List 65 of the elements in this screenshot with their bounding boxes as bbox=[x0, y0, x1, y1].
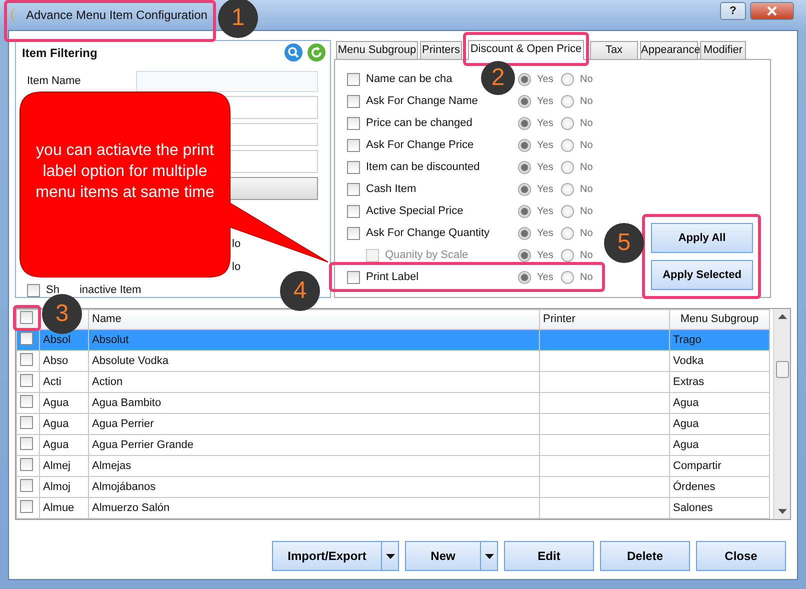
table-cell: Action bbox=[88, 372, 540, 392]
table-cell: Almejas bbox=[88, 456, 540, 476]
radio-label: Yes bbox=[536, 116, 554, 130]
radio-label: Yes bbox=[536, 270, 554, 284]
radio-label: No bbox=[579, 270, 594, 284]
radio-label: No bbox=[579, 182, 594, 196]
radio-label: No bbox=[579, 138, 594, 152]
table-cell: Absolut bbox=[88, 330, 540, 350]
table-cell: Agua bbox=[670, 414, 770, 434]
table-cell: Almoj bbox=[40, 476, 88, 498]
table-cell: Agua Bambito bbox=[88, 392, 540, 414]
radio-label: Yes bbox=[536, 182, 554, 196]
table-cell: Acti bbox=[40, 372, 88, 392]
table-cell: Compartir bbox=[670, 456, 770, 476]
table-cell: Agua Perrier Grande bbox=[88, 434, 540, 456]
label-text: lo bbox=[232, 261, 241, 274]
panel-title: Item Filtering bbox=[22, 44, 98, 62]
radio-label: Yes bbox=[536, 204, 554, 218]
radio-label: Yes bbox=[536, 226, 554, 240]
radio-label: Yes bbox=[536, 248, 554, 262]
table-cell: Almue bbox=[40, 498, 88, 518]
table-cell: Extras bbox=[670, 372, 770, 392]
table-cell: Agua bbox=[40, 434, 88, 456]
radio-label: No bbox=[579, 204, 594, 218]
table-cell: Salones bbox=[670, 498, 770, 518]
table-cell: Almojábanos bbox=[88, 476, 540, 498]
option-label: Print Label bbox=[366, 270, 419, 283]
radio-label: No bbox=[579, 160, 594, 174]
option-label: Ask For Change Price bbox=[366, 138, 474, 151]
table-cell: Almuerzo Salón bbox=[88, 498, 540, 518]
option-label: Name can be cha bbox=[366, 72, 452, 85]
callout-text: you can actiavte the print label option for multiple menu items at same time bbox=[34, 141, 216, 203]
option-label: Ask For Change Name bbox=[366, 94, 478, 107]
radio-label: No bbox=[579, 94, 594, 108]
table-cell: Agua bbox=[670, 392, 770, 414]
window-title: Advance Menu Item Configuration bbox=[26, 7, 208, 24]
table-cell: Trago bbox=[670, 330, 770, 350]
radio-label: Yes bbox=[536, 138, 554, 152]
radio-label: No bbox=[579, 226, 594, 240]
checkbox-label: inactive Item bbox=[79, 284, 142, 297]
radio-label: No bbox=[579, 72, 594, 86]
option-label: Quanity by Scale bbox=[385, 248, 468, 261]
table-cell: Absolute Vodka bbox=[88, 350, 540, 372]
field-label: Item Name bbox=[27, 74, 81, 90]
option-label: Price can be changed bbox=[366, 116, 472, 129]
option-label: Item can be discounted bbox=[366, 160, 480, 173]
radio-label: Yes bbox=[536, 72, 554, 86]
checkbox-label: Sh bbox=[46, 284, 60, 297]
radio-label: No bbox=[579, 248, 594, 262]
radio-label: Yes bbox=[536, 160, 554, 174]
label-text: lo bbox=[232, 238, 241, 251]
option-label: Active Special Price bbox=[366, 204, 464, 217]
step-badge: 1 bbox=[218, 0, 258, 38]
table-cell: Agua bbox=[670, 434, 770, 456]
option-label: Ask For Change Quantity bbox=[366, 226, 490, 239]
table-cell: Almej bbox=[40, 456, 88, 476]
table-cell: Agua Perrier bbox=[88, 414, 540, 434]
table-cell: Agua bbox=[40, 392, 88, 414]
radio-label: Yes bbox=[536, 94, 554, 108]
table-cell: Agua bbox=[40, 414, 88, 434]
radio-label: No bbox=[579, 116, 594, 130]
option-label: Cash Item bbox=[366, 182, 416, 195]
table-cell: Órdenes bbox=[670, 476, 770, 498]
table-cell: Abso bbox=[40, 350, 88, 372]
table-cell: Vodka bbox=[670, 350, 770, 372]
